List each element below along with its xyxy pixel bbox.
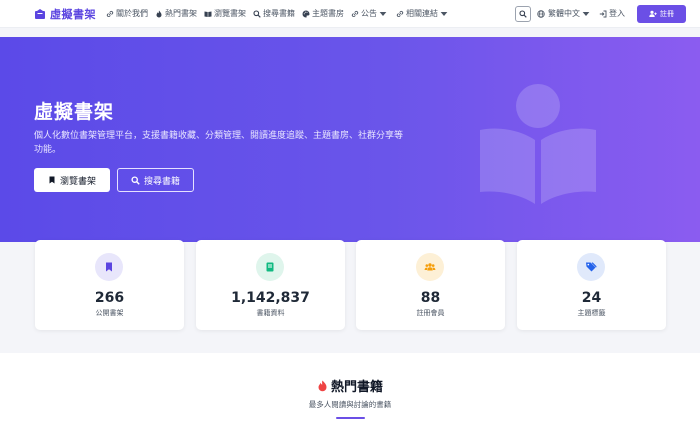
nav-label: 搜尋書籍	[263, 9, 295, 18]
book-reader-icon	[480, 84, 596, 204]
stat-label: 註冊會員	[416, 309, 445, 317]
nav-item-theme-rooms[interactable]: 主題書房	[302, 8, 344, 19]
nav-label: 相關連結	[406, 9, 438, 18]
globe-icon	[537, 9, 545, 18]
popular-books-section	[0, 353, 700, 438]
hero-title: 虛擬書架	[34, 101, 115, 123]
stat-value: 1,142,837	[231, 290, 310, 306]
palette-icon	[302, 10, 310, 17]
books-icon	[35, 8, 45, 19]
stat-label: 書籍資料	[256, 309, 285, 317]
section-subtitle: 最多人閱讀與討論的書籍	[308, 400, 392, 409]
browse-shelves-button[interactable]: 瀏覽書架	[34, 168, 110, 192]
link-icon	[106, 10, 114, 17]
brand-name: 虛擬書架	[50, 7, 96, 21]
bookmark-icon	[106, 262, 112, 272]
language-label: 繁體中文	[548, 9, 580, 18]
stat-icon-wrap	[577, 253, 605, 281]
stat-card-books: 1,142,837 書籍資料	[196, 240, 345, 330]
nav-label: 瀏覽書架	[214, 9, 246, 18]
login-link[interactable]: 登入	[599, 8, 625, 19]
stat-value: 24	[581, 290, 602, 306]
nav-links: 關於我們 熱門書架 瀏覽書架 搜尋書籍 主題書房 公告 相關連結	[106, 8, 457, 19]
sign-in-icon	[599, 10, 607, 17]
nav-label: 熱門書架	[165, 9, 197, 18]
nav-item-announcements[interactable]: 公告	[351, 8, 389, 19]
login-label: 登入	[609, 9, 625, 18]
nav-item-browse[interactable]: 瀏覽書架	[204, 8, 246, 19]
book-open-icon	[204, 11, 212, 17]
fire-icon	[156, 10, 162, 17]
nav-item-popular[interactable]: 熱門書架	[155, 8, 197, 19]
bookmark-icon	[49, 176, 55, 184]
nav-item-related-links[interactable]: 相關連結	[396, 8, 450, 19]
stat-label: 公開書架	[95, 309, 124, 317]
stat-card-tags: 24 主題標籤	[517, 240, 666, 330]
popular-title: 熱門書籍	[330, 380, 383, 395]
language-dropdown[interactable]: 繁體中文	[537, 8, 593, 19]
stat-icon-wrap	[95, 253, 123, 281]
stat-card-shelves: 266 公開書架	[35, 240, 184, 330]
navbar: 虛擬書架 關於我們 熱門書架 瀏覽書架 搜尋書籍 主題書房 公告 相關連結 繁體…	[0, 0, 700, 28]
chevron-down-icon	[440, 11, 448, 16]
search-icon	[131, 175, 140, 185]
hero-description: 個人化數位書架管理平台，支援書籍收藏、分類管理、閱讀進度追蹤、主題書房、社群分享…	[34, 131, 404, 155]
search-books-label: 搜尋書籍	[143, 176, 180, 187]
browse-label: 瀏覽書架	[59, 176, 96, 187]
search-button[interactable]	[515, 5, 531, 22]
stat-icon-wrap	[256, 253, 284, 281]
search-icon	[519, 9, 527, 18]
chevron-down-icon	[582, 11, 590, 16]
hero-banner: 虛擬書架 個人化數位書架管理平台，支援書籍收藏、分類管理、閱讀進度追蹤、主題書房…	[0, 37, 700, 242]
link-icon	[396, 10, 404, 17]
stat-value: 88	[420, 290, 441, 306]
nav-item-search[interactable]: 搜尋書籍	[253, 8, 295, 19]
user-plus-icon	[649, 10, 657, 17]
register-button[interactable]: 註冊	[637, 4, 686, 23]
search-books-button[interactable]: 搜尋書籍	[117, 168, 194, 192]
fire-icon	[318, 380, 327, 391]
link-icon	[351, 10, 359, 17]
brand-logo[interactable]: 虛擬書架	[34, 6, 96, 22]
nav-label: 主題書房	[312, 9, 344, 18]
tags-icon	[586, 262, 597, 272]
section-title: 熱門書籍	[0, 376, 700, 395]
stat-value: 266	[94, 290, 125, 306]
nav-right: 繁體中文 登入 註冊	[515, 4, 686, 23]
nav-label: 關於我們	[116, 9, 148, 18]
stat-label: 主題標籤	[577, 309, 606, 317]
section-divider	[336, 417, 365, 419]
chevron-down-icon	[379, 11, 387, 16]
users-icon	[424, 263, 436, 271]
register-label: 註冊	[660, 9, 674, 18]
search-icon	[253, 9, 261, 18]
stat-icon-wrap	[416, 253, 444, 281]
book-icon	[266, 262, 274, 272]
stat-card-members: 88 註冊會員	[356, 240, 505, 330]
nav-item-about[interactable]: 關於我們	[106, 8, 148, 19]
nav-label: 公告	[361, 9, 377, 18]
